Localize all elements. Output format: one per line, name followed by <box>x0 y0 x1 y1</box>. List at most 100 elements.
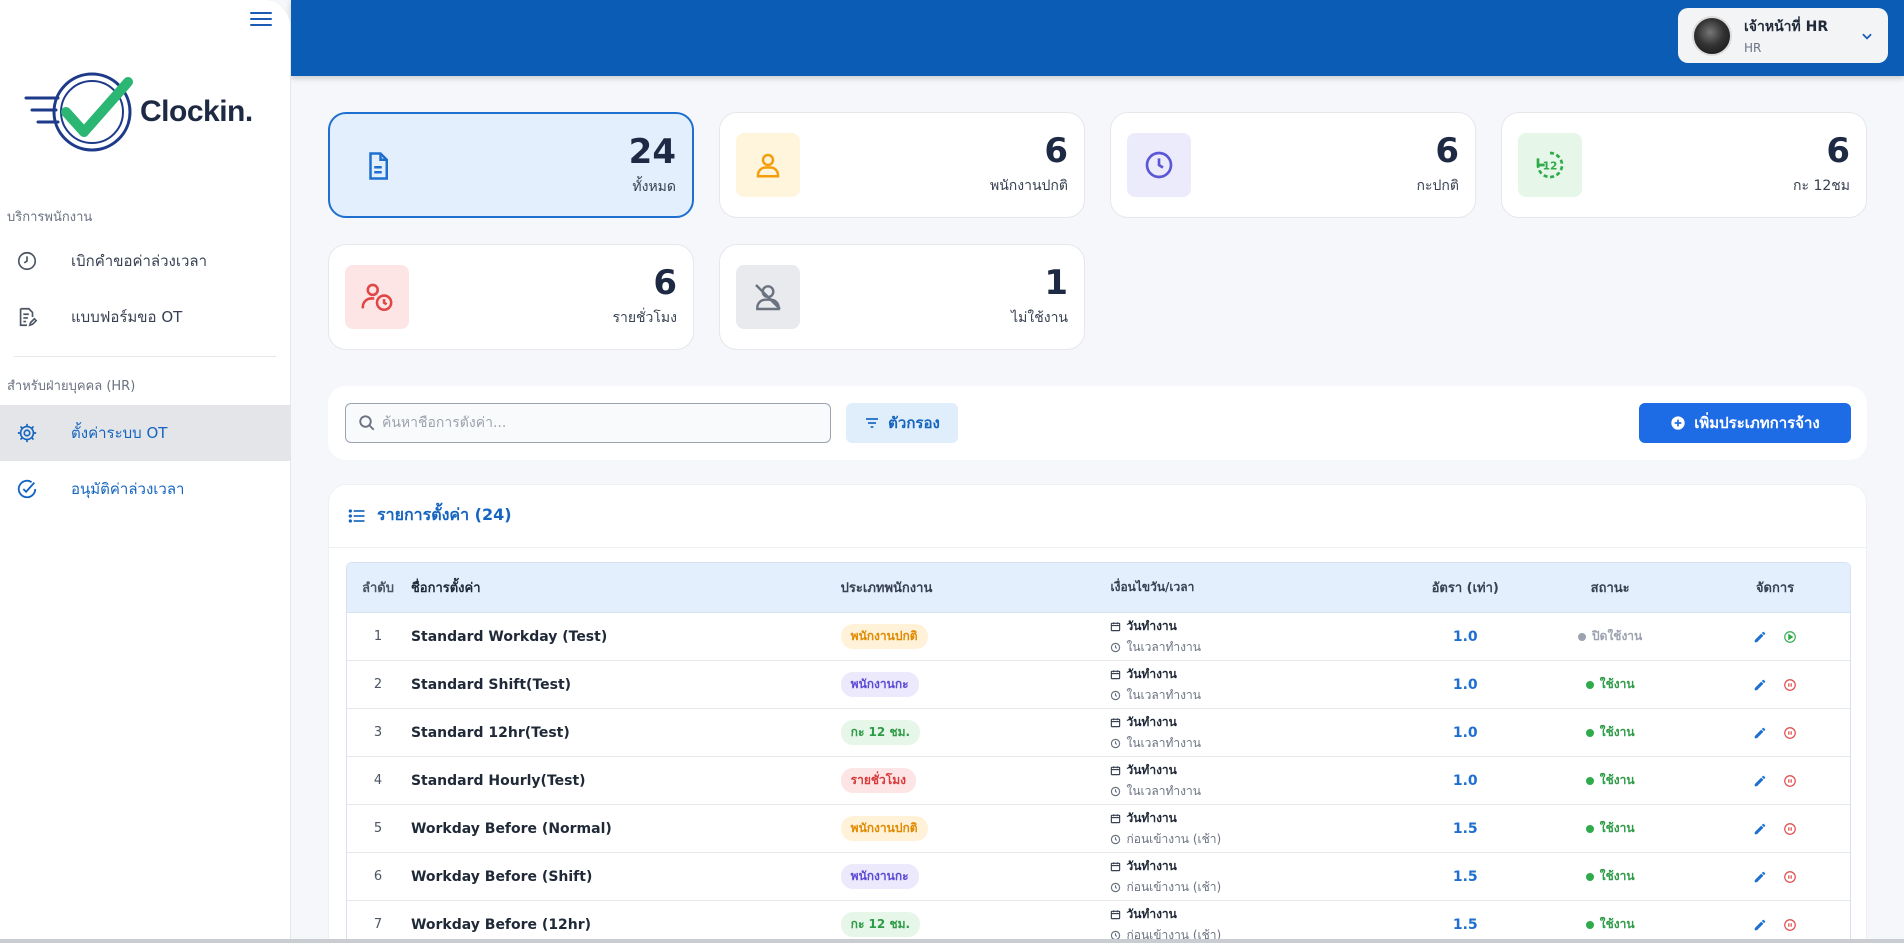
user-menu[interactable]: เจ้าหน้าที่ HR HR <box>1678 8 1888 63</box>
sidebar-item-label: ตั้งค่าระบบ OT <box>71 424 168 442</box>
row-name: Standard Shift(Test) <box>410 676 572 693</box>
edit-icon[interactable] <box>1752 821 1768 837</box>
row-rate: 1.0 <box>1452 676 1478 693</box>
row-condition: วันทำงาน ในเวลาทำงาน <box>1110 713 1410 753</box>
horizontal-scrollbar[interactable] <box>0 939 1904 943</box>
condition-time: ในเวลาทำงาน <box>1126 639 1201 654</box>
row-index: 4 <box>373 773 383 788</box>
pause-circle-icon[interactable] <box>1782 677 1798 693</box>
gear-icon <box>16 422 38 444</box>
table-row[interactable]: 4 Standard Hourly(Test) รายชั่วโมง วันทำ… <box>347 757 1850 805</box>
row-rate: 1.0 <box>1452 628 1478 645</box>
stat-card-inactive[interactable]: 1 ไม่ใช้งาน <box>719 244 1085 350</box>
col-status: สถานะ <box>1590 581 1630 596</box>
clock-icon <box>16 250 38 272</box>
row-name: Workday Before (12hr) <box>410 916 592 933</box>
menu-toggle-icon[interactable] <box>250 12 272 30</box>
condition-time: ก่อนเข้างาน (เช้า) <box>1126 831 1222 846</box>
time-icon <box>1111 642 1121 652</box>
row-condition: วันทำงาน ก่อนเข้างาน (เช้า) <box>1110 809 1410 849</box>
sidebar-item-ot-settings[interactable]: ตั้งค่าระบบ OT <box>0 405 291 461</box>
svg-text:12: 12 <box>1543 160 1558 173</box>
person-icon <box>736 133 800 197</box>
sidebar-item-ot-claim[interactable]: เบิกคำขอค่าล่วงเวลา <box>0 233 291 289</box>
status-badge: ใช้งาน <box>1585 771 1635 790</box>
pause-circle-icon[interactable] <box>1782 917 1798 933</box>
stat-card-all[interactable]: 24 ทั้งหมด <box>328 112 694 218</box>
edit-icon[interactable] <box>1752 629 1768 645</box>
pause-circle-icon[interactable] <box>1782 821 1798 837</box>
stat-label: รายชั่วโมง <box>612 310 677 326</box>
add-employment-type-button[interactable]: เพิ่มประเภทการจ้าง <box>1639 403 1851 443</box>
time-icon <box>1111 786 1121 796</box>
table-row[interactable]: 6 Workday Before (Shift) พนักงานกะ วันทำ… <box>347 853 1850 901</box>
pause-circle-icon[interactable] <box>1782 869 1798 885</box>
calendar-icon <box>1111 909 1121 919</box>
col-type: ประเภทพนักงาน <box>840 581 933 596</box>
row-condition: วันทำงาน ในเวลาทำงาน <box>1110 617 1410 657</box>
pause-circle-icon[interactable] <box>1782 773 1798 789</box>
row-name: Standard 12hr(Test) <box>410 724 570 741</box>
stat-card-12hr[interactable]: 12 6 กะ 12ชม <box>1501 112 1867 218</box>
sidebar-item-ot-form[interactable]: แบบฟอร์มขอ OT <box>0 289 291 345</box>
stat-value: 24 <box>628 132 676 172</box>
edit-icon[interactable] <box>1752 773 1768 789</box>
row-condition: วันทำงาน ก่อนเข้างาน (เช้า) <box>1110 905 1410 943</box>
calendar-icon <box>1111 861 1121 871</box>
row-name: Standard Workday (Test) <box>410 628 608 645</box>
stat-value: 6 <box>1044 131 1068 171</box>
row-rate: 1.5 <box>1452 820 1478 837</box>
sidebar-divider <box>14 356 276 357</box>
edit-icon[interactable] <box>1752 725 1768 741</box>
play-circle-icon[interactable] <box>1782 629 1798 645</box>
search-icon <box>359 415 375 431</box>
add-label: เพิ่มประเภทการจ้าง <box>1694 414 1820 432</box>
stat-card-hourly[interactable]: 6 รายชั่วโมง <box>328 244 694 350</box>
sidebar-item-label: แบบฟอร์มขอ OT <box>71 308 183 326</box>
user-role: HR <box>1744 41 1762 55</box>
status-badge: ใช้งาน <box>1585 723 1635 742</box>
condition-time: ในเวลาทำงาน <box>1126 783 1201 798</box>
table-row[interactable]: 1 Standard Workday (Test) พนักงานปกติ วั… <box>347 613 1850 661</box>
employee-type-badge: กะ 12 ชม. <box>840 912 921 937</box>
stat-card-normal[interactable]: 6 พนักงานปกติ <box>719 112 1085 218</box>
stat-card-shift[interactable]: 6 กะปกติ <box>1110 112 1476 218</box>
row-rate: 1.5 <box>1452 868 1478 885</box>
chevron-down-icon <box>1860 28 1874 47</box>
calendar-icon <box>1111 765 1121 775</box>
person-clock-icon <box>345 265 409 329</box>
row-rate: 1.0 <box>1452 772 1478 789</box>
col-action: จัดการ <box>1755 581 1795 596</box>
list-separator <box>329 547 1866 548</box>
clock-icon <box>1127 133 1191 197</box>
row-rate: 1.0 <box>1452 724 1478 741</box>
twelve-hour-icon: 12 <box>1518 133 1582 197</box>
row-index: 5 <box>373 821 383 836</box>
table-row[interactable]: 5 Workday Before (Normal) พนักงานปกติ วั… <box>347 805 1850 853</box>
search-input[interactable] <box>382 415 802 431</box>
row-name: Workday Before (Normal) <box>410 820 612 837</box>
document-icon <box>346 134 410 198</box>
sidebar-item-ot-approve[interactable]: อนุมัติค่าล่วงเวลา <box>0 461 291 517</box>
stat-value: 6 <box>1435 131 1459 171</box>
stat-value: 1 <box>1044 263 1068 303</box>
edit-icon[interactable] <box>1752 677 1768 693</box>
table-row[interactable]: 3 Standard 12hr(Test) กะ 12 ชม. วันทำงาน… <box>347 709 1850 757</box>
employee-type-badge: รายชั่วโมง <box>840 768 916 793</box>
user-name: เจ้าหน้าที่ HR <box>1744 19 1829 35</box>
stat-label: พนักงานปกติ <box>990 178 1068 194</box>
row-index: 1 <box>373 629 383 644</box>
row-index: 3 <box>373 725 383 740</box>
table-row[interactable]: 2 Standard Shift(Test) พนักงานกะ วันทำงา… <box>347 661 1850 709</box>
filter-button[interactable]: ตัวกรอง <box>846 403 958 443</box>
employee-type-badge: กะ 12 ชม. <box>840 720 921 745</box>
pause-circle-icon[interactable] <box>1782 725 1798 741</box>
col-rate: อัตรา (เท่า) <box>1431 581 1499 596</box>
calendar-icon <box>1111 813 1121 823</box>
stat-label: กะปกติ <box>1416 178 1459 194</box>
edit-icon[interactable] <box>1752 869 1768 885</box>
table-row[interactable]: 7 Workday Before (12hr) กะ 12 ชม. วันทำง… <box>347 901 1850 943</box>
edit-icon[interactable] <box>1752 917 1768 933</box>
status-badge: ใช้งาน <box>1585 675 1635 694</box>
col-index: ลำดับ <box>361 581 394 596</box>
